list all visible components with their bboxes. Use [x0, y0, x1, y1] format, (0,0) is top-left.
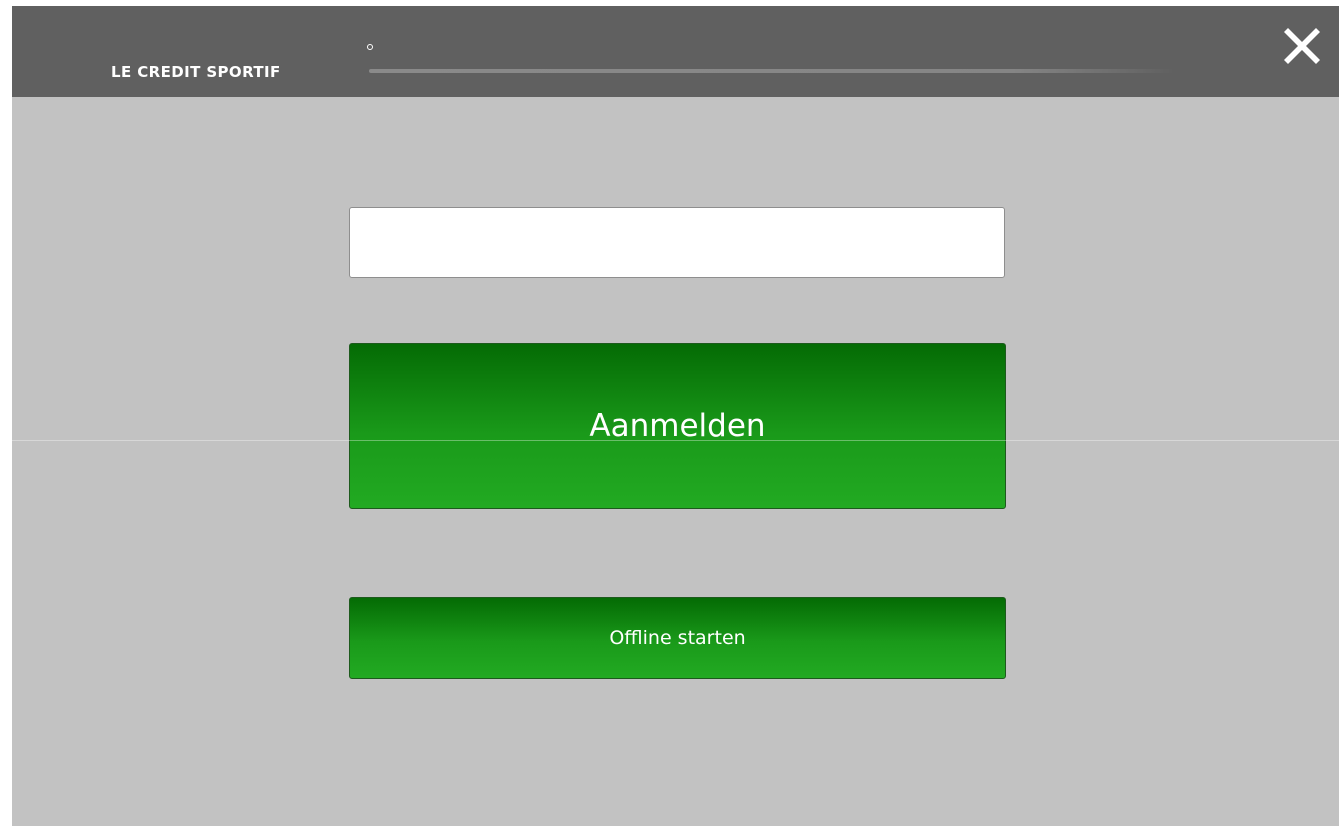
login-button-label: Aanmelden — [589, 408, 766, 444]
offline-start-button-label: Offline starten — [609, 627, 746, 649]
brand-logo-text: LE CREDIT SPORTIF — [111, 63, 281, 81]
brand-underline — [369, 69, 1175, 73]
close-button[interactable] — [1282, 26, 1322, 66]
close-icon — [1284, 28, 1320, 64]
offline-start-button[interactable]: Offline starten — [349, 597, 1006, 679]
login-button[interactable]: Aanmelden — [349, 343, 1006, 509]
registered-mark-icon — [367, 44, 373, 50]
title-bar: LE CREDIT SPORTIF — [12, 6, 1339, 97]
username-input[interactable] — [349, 207, 1005, 278]
login-window: LE CREDIT SPORTIF Aanmelden Offline star… — [12, 6, 1339, 826]
